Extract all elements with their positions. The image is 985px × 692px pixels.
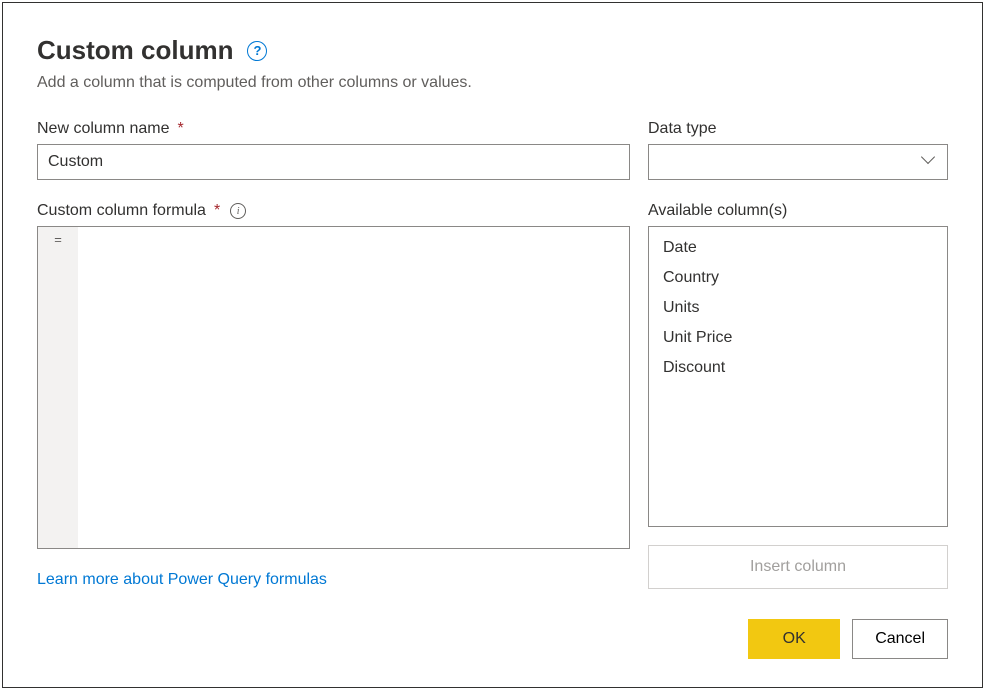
- help-icon[interactable]: ?: [247, 41, 267, 61]
- insert-column-button[interactable]: Insert column: [648, 545, 948, 589]
- formula-label: Custom column formula * i: [37, 202, 630, 220]
- data-type-select[interactable]: [648, 144, 948, 180]
- required-asterisk: *: [178, 120, 184, 138]
- custom-column-dialog: Custom column ? Add a column that is com…: [2, 2, 983, 688]
- list-item[interactable]: Unit Price: [649, 323, 947, 353]
- form-area: New column name * Custom column formula * …: [37, 120, 948, 589]
- dialog-footer: OK Cancel: [37, 619, 948, 659]
- available-columns-section: Available column(s) Date Country Units U…: [648, 202, 948, 589]
- list-item[interactable]: Discount: [649, 353, 947, 383]
- left-column: New column name * Custom column formula * …: [37, 120, 630, 589]
- cancel-button[interactable]: Cancel: [852, 619, 948, 659]
- dialog-title: Custom column: [37, 35, 233, 66]
- column-name-label: New column name *: [37, 120, 630, 138]
- required-asterisk: *: [214, 202, 220, 220]
- column-name-label-text: New column name: [37, 120, 170, 138]
- column-name-input[interactable]: [37, 144, 630, 180]
- list-item[interactable]: Date: [649, 233, 947, 263]
- formula-gutter: =: [38, 227, 78, 548]
- list-item[interactable]: Units: [649, 293, 947, 323]
- formula-editor: =: [37, 226, 630, 549]
- formula-section: Custom column formula * i = Learn more ab…: [37, 202, 630, 589]
- formula-label-text: Custom column formula: [37, 202, 206, 220]
- learn-more-link[interactable]: Learn more about Power Query formulas: [37, 571, 630, 589]
- dialog-subtitle: Add a column that is computed from other…: [37, 74, 948, 92]
- ok-button[interactable]: OK: [748, 619, 840, 659]
- chevron-down-icon: [923, 155, 937, 169]
- list-item[interactable]: Country: [649, 263, 947, 293]
- dialog-header: Custom column ?: [37, 35, 948, 66]
- right-column: Data type Available column(s) Date Count…: [648, 120, 948, 589]
- info-icon[interactable]: i: [230, 203, 246, 219]
- available-columns-list: Date Country Units Unit Price Discount: [648, 226, 948, 527]
- available-columns-label: Available column(s): [648, 202, 948, 220]
- data-type-label: Data type: [648, 120, 948, 138]
- formula-input[interactable]: [78, 227, 629, 548]
